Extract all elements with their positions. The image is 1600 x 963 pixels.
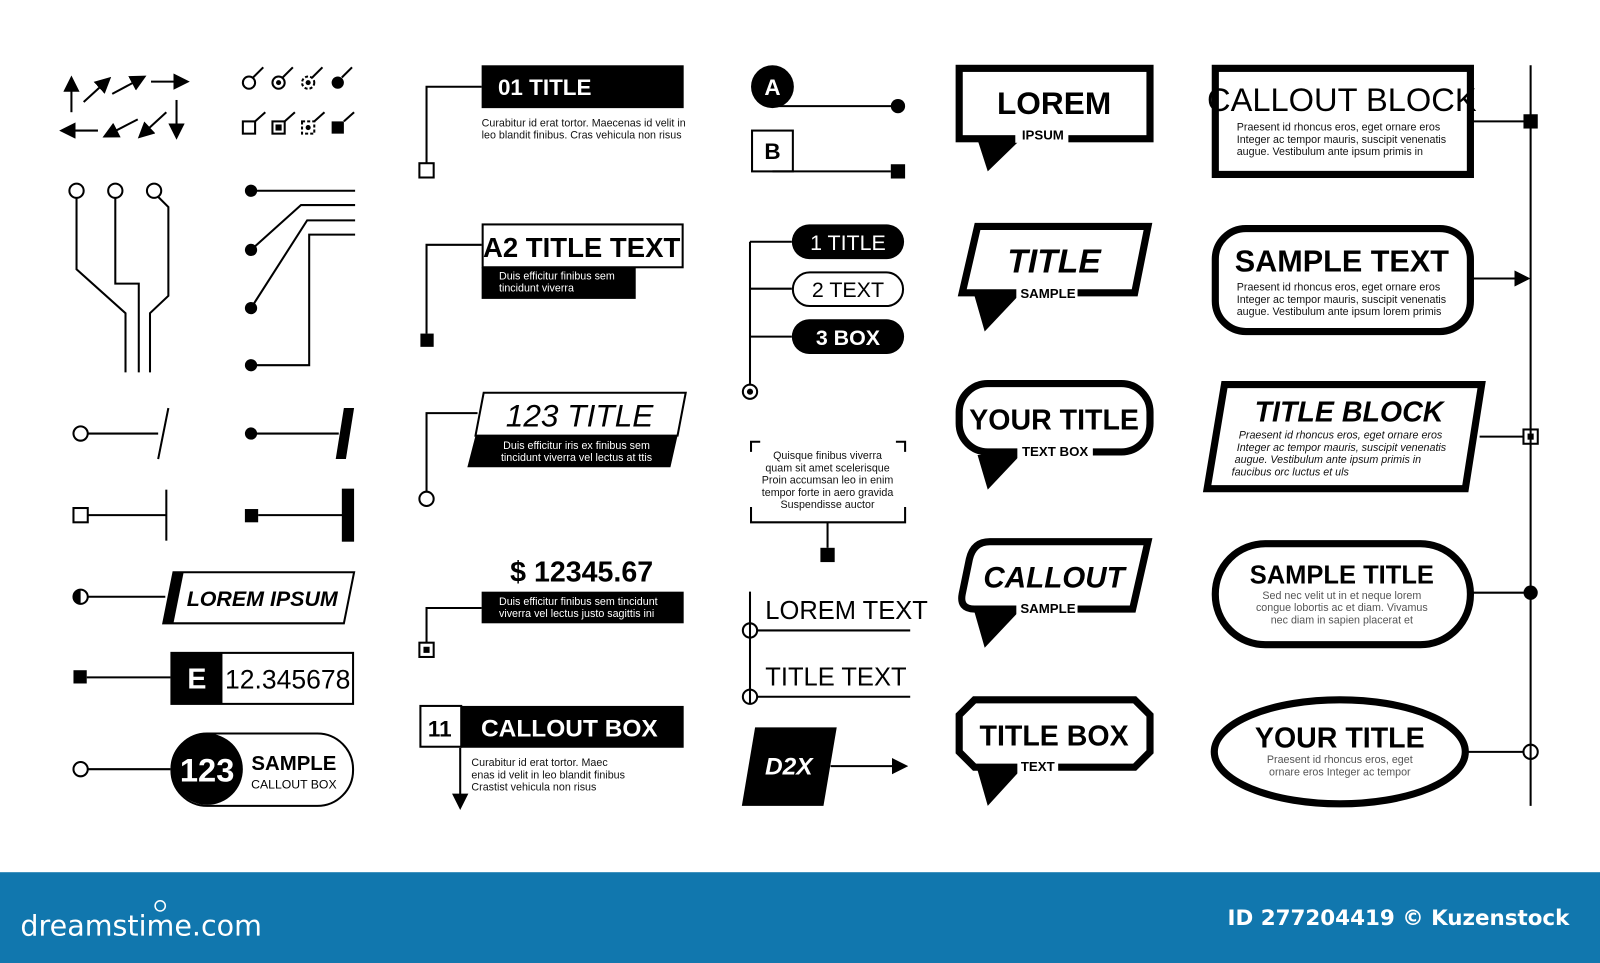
block-desc: Praesent id rhoncus eros, eget	[1267, 754, 1413, 766]
callout-title: A2 TITLE TEXT	[483, 232, 681, 263]
callout-a2-title-text: A2 TITLE TEXT Duis efficitur finibus sem…	[420, 223, 684, 347]
bubble-title: CALLOUT	[983, 562, 1127, 595]
price-value: $ 12345.67	[510, 556, 653, 588]
block-title: YOUR TITLE	[1255, 723, 1425, 755]
label-a: A	[764, 75, 780, 100]
footer-bar: dreamstime.com ID 277204419 © Kuzenstock	[0, 872, 1600, 963]
lorem-ipsum-tag: LOREM IPSUM	[72, 571, 356, 625]
callout-title: CALLOUT BOX	[481, 716, 658, 743]
numbered-list: 1 TITLE 2 TEXT 3 BOX	[741, 224, 905, 400]
block-desc: augue. Vestibulum ante ipsum primis in	[1235, 454, 1421, 466]
bubble-subtitle: TEXT	[1021, 759, 1055, 774]
label-a-leader: A	[751, 65, 906, 114]
block-desc: Praesent id rhoncus eros, eget ornare er…	[1237, 122, 1441, 134]
callout-desc: Duis efficitur iris ex finibus sem	[503, 440, 650, 452]
value-tag-number: 12.345678	[225, 665, 350, 695]
image-credit: ID 277204419 © Kuzenstock	[1228, 906, 1571, 931]
text-leaders: LOREM TEXT TITLE TEXT	[741, 591, 928, 705]
bubble-title: TITLE	[1007, 243, 1102, 280]
bubble-title: YOUR TITLE	[969, 404, 1139, 436]
callout-desc: viverra vel lectus justo sagittis ini	[499, 608, 654, 620]
sample-title-block: SAMPLE TITLE Sed nec velit ut in et nequ…	[1211, 540, 1538, 649]
block-desc: nec diam in sapien placerat et	[1271, 614, 1413, 626]
bracket-text-box: Quisque finibus viverra quam sit amet sc…	[750, 440, 907, 563]
bubble-title: LOREM	[997, 85, 1111, 121]
sample-callout-badge: 123 SAMPLE CALLOUT BOX	[72, 732, 355, 807]
block-desc: Praesent id rhoncus eros, eget ornare er…	[1237, 282, 1441, 294]
bracket-text-line: Quisque finibus viverra	[773, 450, 882, 462]
block-desc: ornare eros Integer ac tempor	[1269, 766, 1411, 778]
callout-title: 01 TITLE	[498, 75, 592, 100]
block-desc: Sed nec velit ut in et neque lorem	[1262, 590, 1421, 602]
list-item: 3 BOX	[816, 326, 881, 350]
bracket-text-line: Suspendisse auctor	[781, 499, 875, 511]
bubble-subtitle: SAMPLE	[1020, 601, 1075, 616]
value-tag-letter: E	[187, 664, 206, 696]
title-block: TITLE BLOCK Praesent id rhoncus eros, eg…	[1202, 381, 1539, 493]
callout-desc: Curabitur id erat tortor. Maecenas id ve…	[482, 117, 686, 129]
badge-title: SAMPLE	[251, 753, 336, 775]
block-desc: augue. Vestibulum ante ipsum lorem primi…	[1237, 306, 1442, 318]
d2x-tag: D2X	[741, 727, 909, 806]
badge-number: 123	[180, 751, 234, 788]
bracket-text-line: quam sit amet scelerisque	[765, 462, 889, 474]
callout-desc: leo blandit finibus. Cras vehicula non r…	[482, 130, 682, 142]
your-title-ellipse: YOUR TITLE Praesent id rhoncus eros, ege…	[1210, 696, 1539, 808]
block-title: SAMPLE TEXT	[1235, 244, 1450, 278]
badge-subtitle: CALLOUT BOX	[251, 778, 336, 792]
callout-01-title: 01 TITLE Curabitur id erat tortor. Maece…	[418, 65, 686, 179]
callout-desc: tincidunt viverra	[499, 283, 574, 295]
block-desc: Integer ac tempor mauris, suscipit venen…	[1237, 134, 1446, 146]
value-tag: E 12.345678	[73, 651, 355, 705]
callout-123-title: 123 TITLE Duis efficitur iris ex finibus…	[418, 391, 687, 508]
label-b-leader: B	[751, 129, 906, 179]
dreamstime-logo[interactable]: dreamstime.com	[20, 908, 262, 942]
speech-bubble-title-box: TITLE BOX TEXT	[955, 696, 1154, 806]
circuit-lines-vertical	[68, 182, 170, 373]
bubble-title: TITLE BOX	[980, 721, 1129, 753]
callout-desc: Duis efficitur finibus sem	[499, 271, 615, 283]
sample-text-block: SAMPLE TEXT Praesent id rhoncus eros, eg…	[1211, 224, 1531, 336]
callout-desc: Duis efficitur finibus sem tincidunt	[499, 596, 658, 608]
title-text-label: TITLE TEXT	[765, 664, 906, 692]
callout-title: 123 TITLE	[506, 397, 655, 433]
callout-block: CALLOUT BLOCK Praesent id rhoncus eros, …	[1207, 64, 1538, 179]
speech-bubble-your-title: YOUR TITLE TEXT BOX	[955, 379, 1154, 490]
d2x-label: D2X	[765, 753, 814, 780]
lorem-text-label: LOREM TEXT	[765, 597, 928, 625]
speech-bubble-lorem: LOREM IPSUM	[955, 64, 1154, 172]
callout-desc: Crastist vehicula non risus	[471, 782, 596, 794]
callout-desc: enas id velit in leo blandit finibus	[471, 769, 625, 781]
block-desc: Integer ac tempor mauris, suscipit venen…	[1237, 442, 1447, 454]
speech-bubble-callout: CALLOUT SAMPLE	[958, 538, 1153, 648]
block-desc: Integer ac tempor mauris, suscipit venen…	[1237, 294, 1446, 306]
lorem-ipsum-label: LOREM IPSUM	[187, 587, 339, 611]
block-desc: Praesent id rhoncus eros, eget ornare er…	[1239, 430, 1443, 442]
callout-elements-sheet: LOREM IPSUM E 12.345678 123 SAMPLE CALLO…	[0, 64, 1600, 963]
list-item: 2 TEXT	[812, 278, 884, 302]
arrow-set	[59, 73, 190, 140]
callout-number: 11	[428, 717, 452, 742]
leader-set	[72, 407, 355, 542]
callout-box-11: 11 CALLOUT BOX Curabitur id erat tortor.…	[419, 704, 684, 810]
marker-set	[241, 66, 355, 135]
block-title: TITLE BLOCK	[1255, 396, 1446, 428]
bubble-subtitle: SAMPLE	[1020, 286, 1075, 301]
circuit-lines-horizontal	[244, 184, 356, 372]
bracket-text-line: Proin accumsan leo in enim	[762, 475, 894, 487]
block-desc: faucibus orc luctus et uls	[1232, 466, 1350, 478]
bubble-subtitle: IPSUM	[1022, 128, 1064, 143]
list-item: 1 TITLE	[810, 231, 886, 255]
block-title: CALLOUT BLOCK	[1207, 81, 1477, 118]
bracket-text-line: tempor forte in aero gravida	[762, 487, 894, 499]
block-title: SAMPLE TITLE	[1250, 562, 1434, 590]
block-desc: augue. Vestibulum ante ipsum primis in	[1237, 146, 1423, 158]
callout-desc: tincidunt viverra vel lectus at ttis	[501, 452, 652, 464]
speech-bubble-title: TITLE SAMPLE	[957, 222, 1153, 332]
callout-desc: Curabitur id erat tortor. Maec	[471, 757, 608, 769]
label-b: B	[764, 139, 780, 164]
block-desc: congue lobortis ac et diam. Vivamus	[1256, 602, 1428, 614]
bubble-subtitle: TEXT BOX	[1022, 444, 1088, 459]
callout-price: $ 12345.67 Duis efficitur finibus sem ti…	[418, 556, 684, 658]
